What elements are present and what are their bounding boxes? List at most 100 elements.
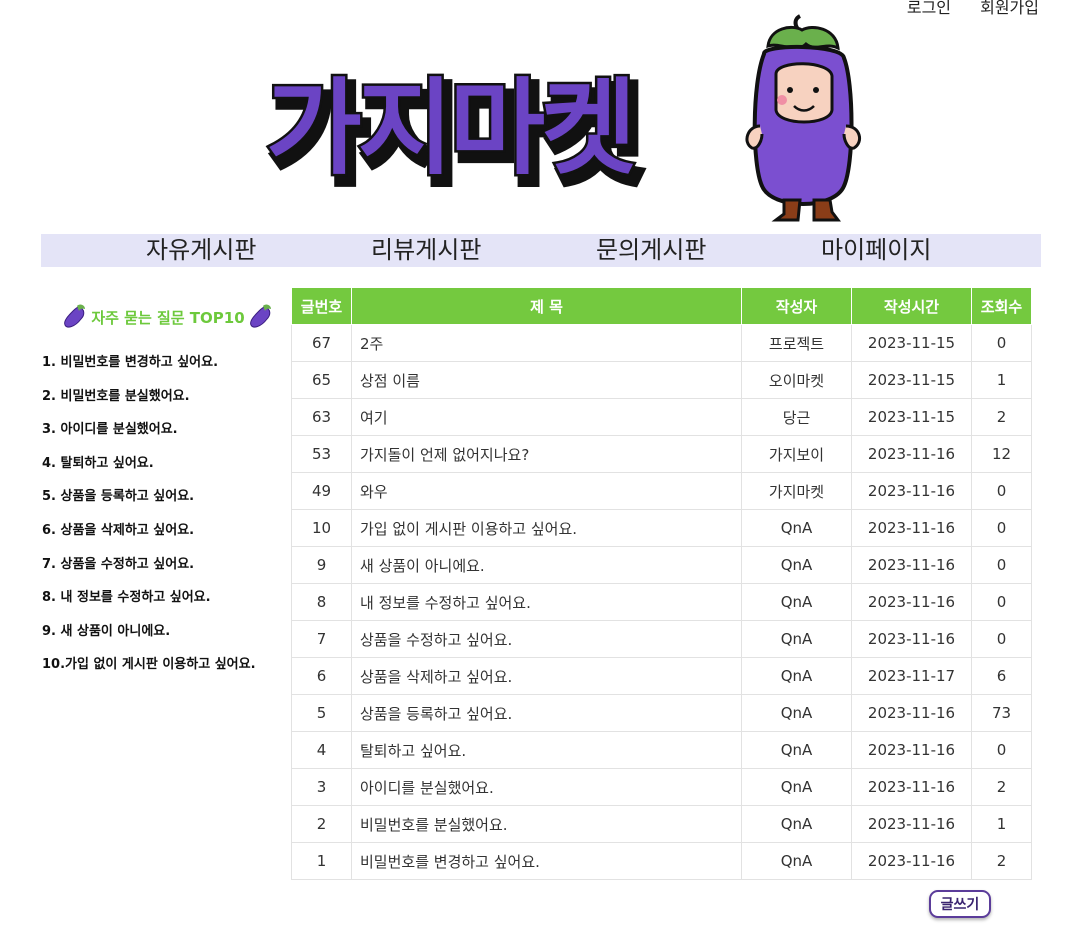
post-number: 4: [291, 731, 352, 769]
post-number: 53: [291, 435, 352, 473]
post-number: 7: [291, 620, 352, 658]
post-date: 2023-11-15: [851, 361, 972, 399]
post-author: QnA: [741, 583, 852, 621]
post-number: 9: [291, 546, 352, 584]
post-number: 63: [291, 398, 352, 436]
post-date: 2023-11-16: [851, 509, 972, 547]
faq-item[interactable]: 10.가입 없이 게시판 이용하고 싶어요.: [42, 655, 256, 689]
table-row[interactable]: 10 가입 없이 게시판 이용하고 싶어요. QnA 2023-11-16 0: [291, 509, 1032, 547]
nav-inquiry-board[interactable]: 문의게시판: [596, 234, 706, 267]
post-title[interactable]: 상품을 등록하고 싶어요.: [351, 694, 742, 732]
post-date: 2023-11-15: [851, 398, 972, 436]
table-row[interactable]: 67 2주 프로젝트 2023-11-15 0: [291, 324, 1032, 362]
post-views: 0: [971, 583, 1032, 621]
post-title[interactable]: 비밀번호를 변경하고 싶어요.: [351, 842, 742, 880]
post-views: 73: [971, 694, 1032, 732]
faq-item[interactable]: 2. 비밀번호를 분실했어요.: [42, 387, 256, 421]
table-row[interactable]: 9새 상품이 아니에요. QnA 2023-11-16 0: [291, 546, 1032, 584]
table-row[interactable]: 3 아이디를 분실했어요. QnA 2023-11-16 2: [291, 768, 1032, 806]
post-number: 1: [291, 842, 352, 880]
post-author: QnA: [741, 657, 852, 695]
faq-item[interactable]: 9. 새 상품이 아니에요.: [42, 622, 256, 656]
post-title[interactable]: 탈퇴하고 싶어요.: [351, 731, 742, 769]
post-number: 65: [291, 361, 352, 399]
post-table-body: 67 2주 프로젝트 2023-11-15 0 65 상점 이름 오이마켓 2023-11-15…: [291, 324, 1032, 880]
post-number: 8: [291, 583, 352, 621]
table-row[interactable]: 5 상품을 등록하고 싶어요. QnA 2023-11-16 73: [291, 694, 1032, 732]
post-date: 2023-11-15: [851, 324, 972, 362]
post-author: QnA: [741, 694, 852, 732]
site-logo[interactable]: 가지마켓 가지마켓: [262, 14, 902, 229]
post-title[interactable]: 아이디를 분실했어요.: [351, 768, 742, 806]
post-date: 2023-11-16: [851, 805, 972, 843]
post-views: 0: [971, 546, 1032, 584]
post-title[interactable]: 가입 없이 게시판 이용하고 싶어요.: [351, 509, 742, 547]
table-row[interactable]: 63 여기 당근 2023-11-15 2: [291, 398, 1032, 436]
post-views: 0: [971, 509, 1032, 547]
faq-item[interactable]: 7. 상품을 수정하고 싶어요.: [42, 555, 256, 589]
post-number: 6: [291, 657, 352, 695]
faq-list: 1. 비밀번호를 변경하고 싶어요. 2. 비밀번호를 분실했어요. 3. 아이…: [42, 353, 256, 689]
nav-free-board[interactable]: 자유게시판: [146, 234, 256, 267]
post-number: 67: [291, 324, 352, 362]
post-title[interactable]: 상점 이름: [351, 361, 742, 399]
table-row[interactable]: 65 상점 이름 오이마켓 2023-11-15 1: [291, 361, 1032, 399]
post-number: 49: [291, 472, 352, 510]
table-row[interactable]: 6 상품을 삭제하고 싶어요. QnA 2023-11-17 6: [291, 657, 1032, 695]
post-author: QnA: [741, 842, 852, 880]
post-views: 6: [971, 657, 1032, 695]
post-date: 2023-11-16: [851, 583, 972, 621]
faq-item[interactable]: 6. 상품을 삭제하고 싶어요.: [42, 521, 256, 555]
faq-item[interactable]: 3. 아이디를 분실했어요.: [42, 420, 256, 454]
eggplant-mascot-icon: [745, 14, 862, 222]
post-title[interactable]: 상품을 삭제하고 싶어요.: [351, 657, 742, 695]
col-header-date: 작성시간: [851, 287, 972, 325]
post-views: 12: [971, 435, 1032, 473]
signup-link[interactable]: 회원가입: [980, 0, 1039, 17]
main-nav: 자유게시판 리뷰게시판 문의게시판 마이페이지: [41, 234, 1041, 267]
post-title[interactable]: 여기: [351, 398, 742, 436]
eggplant-icon: [64, 304, 86, 328]
nav-review-board[interactable]: 리뷰게시판: [371, 234, 481, 267]
post-views: 1: [971, 805, 1032, 843]
table-row[interactable]: 7 상품을 수정하고 싶어요. QnA 2023-11-16 0: [291, 620, 1032, 658]
logo-text: 가지마켓: [266, 67, 634, 189]
post-date: 2023-11-16: [851, 731, 972, 769]
table-row[interactable]: 4 탈퇴하고 싶어요. QnA 2023-11-16 0: [291, 731, 1032, 769]
post-title[interactable]: 상품을 수정하고 싶어요.: [351, 620, 742, 658]
faq-item[interactable]: 1. 비밀번호를 변경하고 싶어요.: [42, 353, 256, 387]
post-title[interactable]: 2주: [351, 324, 742, 362]
post-title[interactable]: 비밀번호를 분실했어요.: [351, 805, 742, 843]
post-author: QnA: [741, 546, 852, 584]
post-date: 2023-11-17: [851, 657, 972, 695]
eggplant-icon: [249, 304, 271, 328]
table-row[interactable]: 49 와우 가지마켓 2023-11-16 0: [291, 472, 1032, 510]
post-date: 2023-11-16: [851, 435, 972, 473]
table-row[interactable]: 2 비밀번호를 분실했어요. QnA 2023-11-16 1: [291, 805, 1032, 843]
post-views: 2: [971, 842, 1032, 880]
post-number: 3: [291, 768, 352, 806]
write-post-button[interactable]: 글쓰기: [929, 890, 991, 918]
post-views: 1: [971, 361, 1032, 399]
table-row[interactable]: 8내 정보를 수정하고 싶어요. QnA 2023-11-16 0: [291, 583, 1032, 621]
post-date: 2023-11-16: [851, 472, 972, 510]
post-date: 2023-11-16: [851, 842, 972, 880]
faq-item[interactable]: 8. 내 정보를 수정하고 싶어요.: [42, 588, 256, 622]
post-author: 프로젝트: [741, 324, 852, 362]
post-title[interactable]: 가지돌이 언제 없어지나요?: [351, 435, 742, 473]
post-number: 10: [291, 509, 352, 547]
faq-title-text: 자주 묻는 질문 TOP10: [91, 308, 245, 327]
top-auth-links: 로그인 회원가입: [883, 0, 1039, 18]
nav-mypage[interactable]: 마이페이지: [821, 234, 931, 267]
faq-item[interactable]: 5. 상품을 등록하고 싶어요.: [42, 487, 256, 521]
post-title[interactable]: 새 상품이 아니에요.: [351, 546, 742, 584]
post-author: QnA: [741, 620, 852, 658]
table-row[interactable]: 1 비밀번호를 변경하고 싶어요. QnA 2023-11-16 2: [291, 842, 1032, 880]
post-table: 글번호 제 목 작성자 작성시간 조회수 67 2주 프로젝트 2023-11-15 0…: [291, 287, 1032, 880]
post-title[interactable]: 내 정보를 수정하고 싶어요.: [351, 583, 742, 621]
table-row[interactable]: 53 가지돌이 언제 없어지나요? 가지보이 2023-11-16 12: [291, 435, 1032, 473]
post-title[interactable]: 와우: [351, 472, 742, 510]
login-link[interactable]: 로그인: [907, 0, 951, 17]
post-author: QnA: [741, 805, 852, 843]
faq-item[interactable]: 4. 탈퇴하고 싶어요.: [42, 454, 256, 488]
